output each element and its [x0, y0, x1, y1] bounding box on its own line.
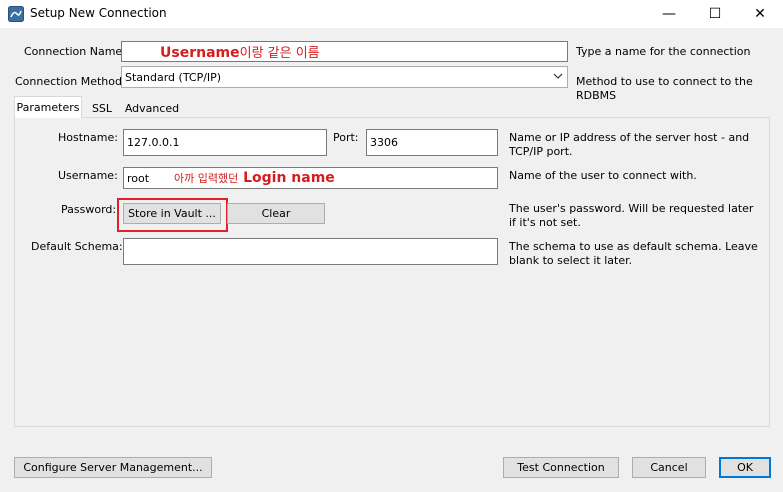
- username-input[interactable]: root 아까 입력했던 Login name: [123, 167, 498, 189]
- default-schema-label: Default Schema:: [31, 240, 123, 253]
- connection-name-label: Connection Name:: [24, 45, 126, 58]
- chevron-down-icon: [553, 70, 563, 82]
- title-bar: Setup New Connection — ☐ ✕: [0, 0, 783, 28]
- annotation-korean-text: 이랑 같은 이름: [239, 46, 320, 61]
- tab-advanced[interactable]: Advanced: [122, 98, 182, 118]
- store-in-vault-button[interactable]: Store in Vault ...: [123, 203, 221, 224]
- minimize-button[interactable]: —: [646, 0, 692, 28]
- default-schema-value: [124, 239, 497, 243]
- test-connection-button[interactable]: Test Connection: [503, 457, 619, 478]
- maximize-icon: ☐: [708, 6, 722, 22]
- connection-method-label: Connection Method:: [15, 75, 126, 88]
- minimize-icon: —: [662, 6, 676, 22]
- mysql-workbench-icon: [8, 6, 24, 22]
- cancel-button[interactable]: Cancel: [632, 457, 706, 478]
- annotation-username-bold: Username: [160, 45, 240, 61]
- connection-method-value: Standard (TCP/IP): [125, 71, 222, 84]
- close-icon: ✕: [754, 6, 766, 22]
- password-label: Password:: [61, 203, 117, 216]
- tab-panel-parameters: [14, 117, 770, 427]
- clear-password-button[interactable]: Clear: [227, 203, 325, 224]
- connection-name-input[interactable]: Username이랑 같은 이름: [121, 41, 568, 62]
- close-button[interactable]: ✕: [737, 0, 783, 28]
- hostname-value: 127.0.0.1: [127, 136, 180, 149]
- username-annotation: 아까 입력했던 Login name: [174, 170, 335, 186]
- hostname-input[interactable]: 127.0.0.1: [123, 129, 327, 156]
- username-label: Username:: [58, 169, 118, 182]
- annotation-login-name-bold: Login name: [243, 170, 335, 186]
- connection-method-help: Method to use to connect to the RDBMS: [576, 75, 753, 102]
- connection-name-annotation: Username이랑 같은 이름: [160, 42, 320, 61]
- password-help: The user's password. Will be requested l…: [509, 202, 754, 229]
- tab-ssl[interactable]: SSL: [82, 98, 122, 118]
- port-value: 3306: [370, 136, 398, 149]
- port-input[interactable]: 3306: [366, 129, 498, 156]
- configure-server-management-button[interactable]: Configure Server Management...: [14, 457, 212, 478]
- maximize-button[interactable]: ☐: [692, 0, 738, 28]
- default-schema-input[interactable]: [123, 238, 498, 265]
- ok-button[interactable]: OK: [719, 457, 771, 478]
- port-label: Port:: [333, 131, 359, 144]
- annotation-login-korean: 아까 입력했던: [174, 172, 239, 185]
- connection-method-select[interactable]: Standard (TCP/IP): [121, 66, 568, 88]
- window-title: Setup New Connection: [30, 6, 167, 20]
- default-schema-help: The schema to use as default schema. Lea…: [509, 240, 758, 267]
- username-help: Name of the user to connect with.: [509, 169, 697, 182]
- connection-name-help: Type a name for the connection: [576, 45, 751, 58]
- hostname-label: Hostname:: [58, 131, 118, 144]
- hostname-port-help: Name or IP address of the server host - …: [509, 131, 750, 158]
- tab-parameters[interactable]: Parameters: [14, 96, 82, 118]
